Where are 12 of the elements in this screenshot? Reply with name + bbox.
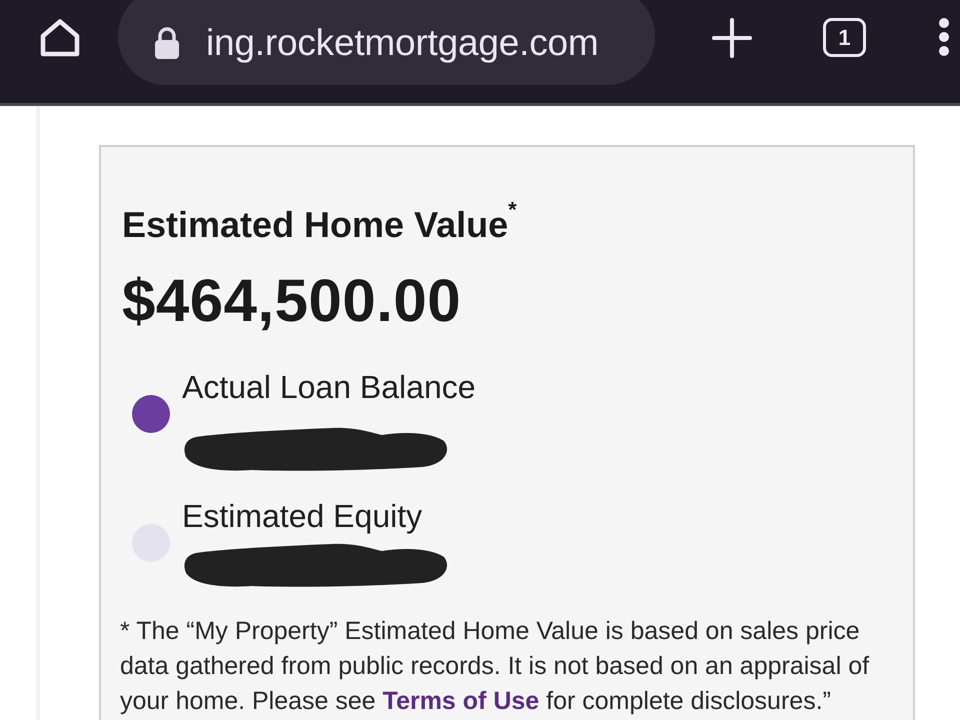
address-bar[interactable]: ing.rocketmortgage.com [118, 0, 655, 85]
home-icon[interactable] [38, 17, 82, 59]
tab-count-button[interactable]: 1 [823, 18, 866, 57]
url-text: ing.rocketmortgage.com [206, 22, 599, 64]
legend-label: Actual Loan Balance [182, 368, 476, 406]
home-value-amount: $464,500.00 [122, 266, 462, 336]
legend-label: Estimated Equity [182, 497, 424, 535]
plus-icon[interactable] [712, 18, 752, 58]
lock-icon [152, 26, 182, 60]
terms-of-use-link[interactable]: Terms of Use [382, 687, 540, 715]
card-title: Estimated Home Value$^{*}$ [122, 203, 518, 247]
footnote-text: * The “My Property” Estimated Home Value is based on sales price data gathered from public records. It is not based on an appraisal of your home. Please see Terms of Use for complete disclosures.” [120, 616, 870, 717]
